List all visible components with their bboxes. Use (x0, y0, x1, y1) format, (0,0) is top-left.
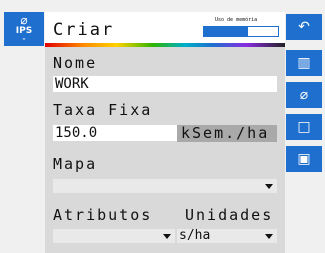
color-divider (45, 43, 285, 47)
stop-button[interactable]: □ (286, 114, 322, 140)
ips-tile[interactable]: ⌀ IPS ▬ (4, 12, 44, 46)
chevron-down-icon (163, 234, 171, 239)
name-field[interactable]: WORK (53, 76, 277, 92)
units-dropdown-value: s/ha (179, 228, 211, 243)
attributes-dropdown[interactable] (53, 229, 175, 243)
memory-usage-fill (204, 27, 249, 36)
map-button[interactable]: ▥ (286, 50, 322, 76)
page-title: Criar (53, 20, 115, 40)
satellite-icon: ⌀ (299, 87, 309, 103)
map-icon: ▥ (297, 55, 311, 71)
attributes-label: Atributos (53, 206, 153, 224)
map-dropdown[interactable] (53, 179, 277, 193)
chevron-down-icon (265, 234, 273, 239)
map-label: Mapa (53, 155, 98, 173)
screen: ⌀ IPS ▬ Criar Uso de memória Nome WORK T… (0, 0, 325, 253)
save-icon: ▣ (297, 151, 311, 167)
name-label: Nome (53, 54, 98, 72)
memory-usage-label: Uso de memória (215, 17, 258, 23)
header: Criar Uso de memória (45, 12, 285, 44)
units-label: Unidades (185, 206, 274, 224)
rate-unit: kSem./ha (177, 125, 277, 142)
save-button[interactable]: ▣ (286, 146, 322, 172)
stop-icon: □ (297, 119, 311, 135)
ips-sub-mark: ▬ (22, 36, 26, 41)
back-icon: ↶ (298, 19, 310, 35)
rate-field[interactable]: 150.0 (53, 125, 177, 141)
rate-label: Taxa Fixa (53, 101, 153, 119)
chevron-down-icon (265, 184, 273, 189)
satellite-icon: ⌀ (20, 13, 28, 27)
memory-usage-bar (203, 26, 279, 37)
back-button[interactable]: ↶ (286, 14, 322, 40)
units-dropdown[interactable]: s/ha (177, 229, 277, 243)
satellite-button[interactable]: ⌀ (286, 82, 322, 108)
ips-label: IPS (15, 26, 33, 36)
create-panel: Criar Uso de memória Nome WORK Taxa Fixa… (45, 12, 285, 253)
